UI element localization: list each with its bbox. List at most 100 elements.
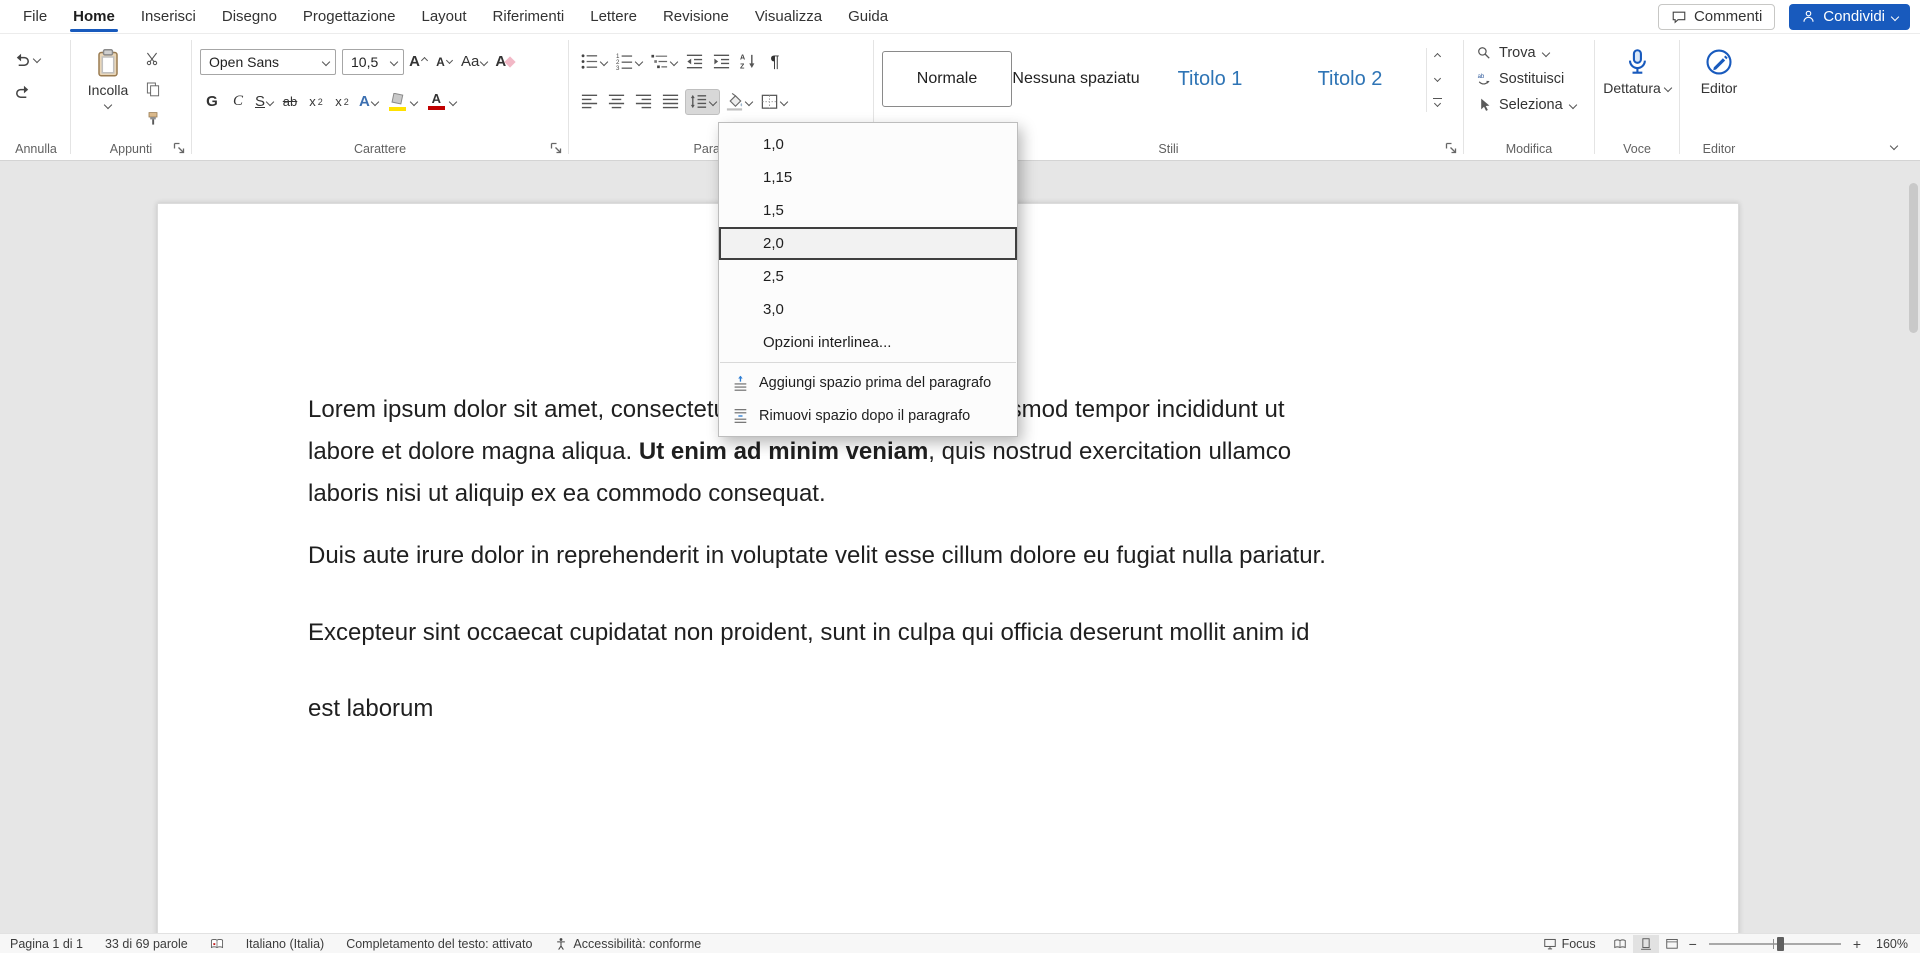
align-left-button[interactable] xyxy=(577,89,602,115)
select-button[interactable]: Seleziona xyxy=(1476,93,1582,117)
highlight-button[interactable] xyxy=(383,89,420,115)
web-layout-button[interactable] xyxy=(1659,935,1685,953)
menu-item-spacing-2-0[interactable]: 2,0 xyxy=(719,227,1017,260)
comments-button[interactable]: Commenti xyxy=(1658,4,1775,30)
grow-font-button[interactable]: A xyxy=(406,49,430,75)
page-number-status[interactable]: Pagina 1 di 1 xyxy=(10,934,94,953)
menu-item-spacing-options[interactable]: Opzioni interlinea... xyxy=(719,326,1017,359)
font-name-select[interactable]: Open Sans xyxy=(200,49,336,75)
tab-inserisci[interactable]: Inserisci xyxy=(128,0,209,34)
style-titolo-1[interactable]: Titolo 1 xyxy=(1140,51,1280,107)
zoom-level-button[interactable]: 160% xyxy=(1865,934,1910,953)
proofing-status[interactable] xyxy=(199,934,235,953)
text-effects-button[interactable]: A xyxy=(356,89,381,115)
align-center-button[interactable] xyxy=(604,89,629,115)
chevron-down-icon xyxy=(449,97,457,105)
undo-button[interactable] xyxy=(10,46,43,72)
share-button[interactable]: Condividi xyxy=(1789,4,1910,30)
change-case-button[interactable]: Aa xyxy=(458,49,490,75)
accessibility-status[interactable]: Accessibilità: conforme xyxy=(543,934,712,953)
tab-file[interactable]: File xyxy=(10,0,60,34)
strikethrough-button[interactable]: ab xyxy=(278,89,302,115)
focus-mode-button[interactable]: Focus xyxy=(1532,934,1607,953)
style-titolo-2[interactable]: Titolo 2 xyxy=(1280,51,1420,107)
decrease-indent-button[interactable] xyxy=(682,49,707,75)
align-right-button[interactable] xyxy=(631,89,656,115)
redo-button[interactable] xyxy=(10,78,35,104)
paragraph-3[interactable]: Excepteur sint occaecat cupidatat non pr… xyxy=(308,612,1593,654)
tab-disegno[interactable]: Disegno xyxy=(209,0,290,34)
tab-progettazione[interactable]: Progettazione xyxy=(290,0,409,34)
font-color-button[interactable]: A xyxy=(422,89,459,115)
tab-riferimenti[interactable]: Riferimenti xyxy=(480,0,578,34)
chevron-down-icon xyxy=(780,97,788,105)
menu-item-spacing-1-0[interactable]: 1,0 xyxy=(719,128,1017,161)
copy-button[interactable] xyxy=(141,76,165,102)
zoom-out-button[interactable]: − xyxy=(1685,936,1701,952)
bold-button[interactable]: G xyxy=(200,89,224,115)
show-formatting-button[interactable]: ¶ xyxy=(763,49,787,75)
multilevel-list-button[interactable] xyxy=(647,49,680,75)
menu-item-spacing-1-15[interactable]: 1,15 xyxy=(719,161,1017,194)
tab-layout[interactable]: Layout xyxy=(409,0,480,34)
word-count-status[interactable]: 33 di 69 parole xyxy=(94,934,199,953)
carattere-dialog-launcher[interactable] xyxy=(549,141,563,155)
paste-button[interactable]: Incolla xyxy=(79,46,137,136)
zoom-in-button[interactable]: + xyxy=(1849,936,1865,952)
gallery-more-button[interactable] xyxy=(1433,98,1442,107)
scrollbar-thumb[interactable] xyxy=(1909,183,1918,333)
print-layout-button[interactable] xyxy=(1633,935,1659,953)
shrink-font-button[interactable]: A xyxy=(432,49,456,75)
style-normale[interactable]: Normale xyxy=(882,51,1012,107)
superscript-button[interactable]: x2 xyxy=(330,89,354,115)
vertical-scrollbar[interactable] xyxy=(1906,165,1918,927)
menu-item-spacing-3-0[interactable]: 3,0 xyxy=(719,293,1017,326)
stili-dialog-launcher[interactable] xyxy=(1444,141,1458,155)
menu-item-spacing-2-5[interactable]: 2,5 xyxy=(719,260,1017,293)
menu-item-spacing-1-5[interactable]: 1,5 xyxy=(719,194,1017,227)
text-prediction-status[interactable]: Completamento del testo: attivato xyxy=(335,934,543,953)
font-color-glyph: A xyxy=(432,93,441,105)
paragraph-4[interactable]: est laborum xyxy=(308,688,1593,730)
tab-lettere[interactable]: Lettere xyxy=(577,0,650,34)
dictate-button[interactable]: Dettatura xyxy=(1608,46,1666,96)
gallery-up-icon[interactable] xyxy=(1434,53,1441,60)
style-nessuna-spaziatura[interactable]: Nessuna spaziatu xyxy=(1012,51,1140,107)
increase-indent-button[interactable] xyxy=(709,49,734,75)
read-mode-button[interactable] xyxy=(1607,935,1633,953)
paragraph-2[interactable]: Duis aute irure dolor in reprehenderit i… xyxy=(308,535,1593,577)
italic-button[interactable]: C xyxy=(226,89,250,115)
menu-item-remove-space-after[interactable]: Rimuovi spazio dopo il paragrafo xyxy=(719,399,1017,432)
tab-home[interactable]: Home xyxy=(60,0,128,34)
chevron-down-icon xyxy=(266,97,274,105)
editor-button[interactable]: Editor xyxy=(1690,46,1748,96)
borders-button[interactable] xyxy=(757,89,790,115)
tab-guida[interactable]: Guida xyxy=(835,0,901,34)
group-separator xyxy=(70,40,71,154)
replace-button[interactable]: Sostituisci xyxy=(1476,67,1582,91)
shading-button[interactable] xyxy=(722,89,755,115)
find-button[interactable]: Trova xyxy=(1476,41,1582,65)
zoom-slider-thumb[interactable] xyxy=(1777,937,1784,951)
language-status[interactable]: Italiano (Italia) xyxy=(235,934,336,953)
tab-revisione[interactable]: Revisione xyxy=(650,0,742,34)
zoom-slider[interactable] xyxy=(1709,935,1841,953)
borders-icon xyxy=(760,92,779,111)
menu-item-add-space-before[interactable]: Aggiungi spazio prima del paragrafo xyxy=(719,366,1017,399)
zoom-slider-track xyxy=(1709,943,1841,945)
subscript-button[interactable]: x2 xyxy=(304,89,328,115)
collapse-ribbon-button[interactable] xyxy=(1884,138,1904,154)
sort-button[interactable] xyxy=(736,49,761,75)
numbering-button[interactable] xyxy=(612,49,645,75)
cut-button[interactable] xyxy=(141,46,165,72)
line-spacing-button[interactable] xyxy=(685,89,720,115)
justify-button[interactable] xyxy=(658,89,683,115)
underline-button[interactable]: S xyxy=(252,89,276,115)
font-size-select[interactable]: 10,5 xyxy=(342,49,404,75)
bullets-button[interactable] xyxy=(577,49,610,75)
format-painter-button[interactable] xyxy=(141,106,165,132)
gallery-down-icon[interactable] xyxy=(1434,75,1441,82)
tab-visualizza[interactable]: Visualizza xyxy=(742,0,835,34)
clear-formatting-button[interactable]: A xyxy=(492,49,517,75)
appunti-dialog-launcher[interactable] xyxy=(172,141,186,155)
